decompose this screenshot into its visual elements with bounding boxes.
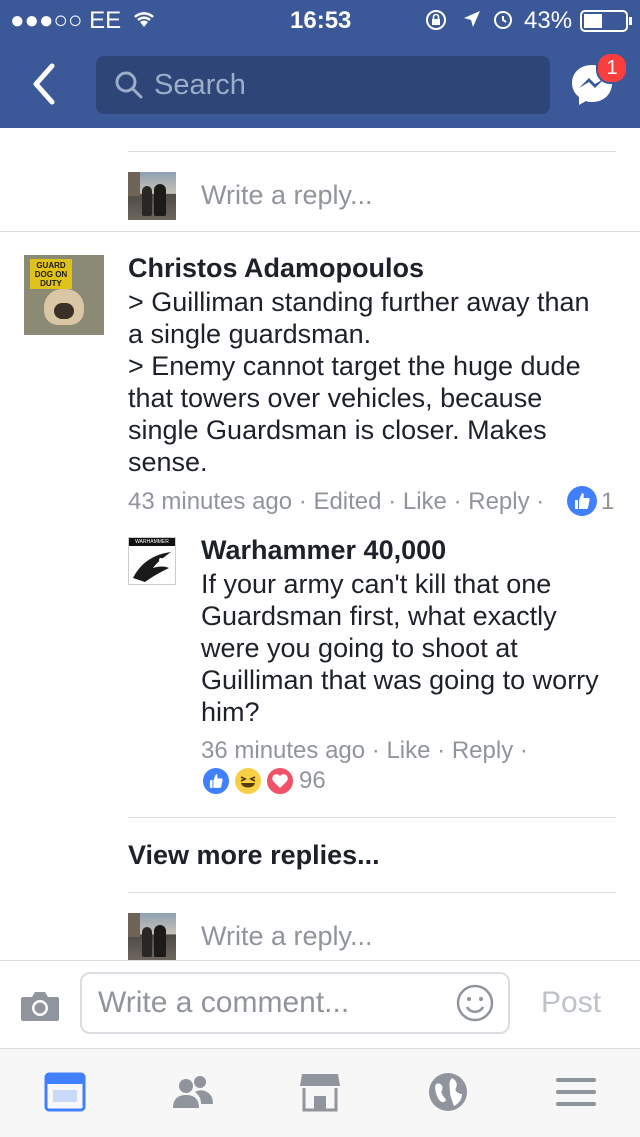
search-input[interactable]: Search [96,56,550,114]
comment-text: > Guilliman standing further away than a… [128,287,590,477]
comment-placeholder: Write a comment... [98,986,350,1019]
comment-like-link[interactable]: Like [403,488,447,515]
haha-reaction-icon[interactable] [233,766,263,796]
like-reaction-icon[interactable] [201,766,231,796]
reply-time[interactable]: 36 minutes ago [201,737,365,764]
back-arrow-icon[interactable] [26,62,66,106]
location-arrow-icon [464,11,480,27]
avatar-sign: GUARD DOG ON DUTY [30,259,72,289]
divider [128,151,616,152]
divider [128,892,616,893]
news-feed-tab-icon[interactable] [43,1070,87,1114]
camera-icon[interactable] [20,990,60,1022]
user-avatar [128,913,176,960]
reply-text: If your army can't kill that one Guardsm… [201,569,599,727]
comment-time[interactable]: 43 minutes ago [128,488,292,515]
reply-like-link[interactable]: Like [386,737,430,764]
battery-icon [580,10,632,32]
comment-author[interactable]: Christos Adamopoulos [128,253,424,284]
love-reaction-icon[interactable] [265,766,295,796]
reply-meta: 36 minutes ago · Like · Reply · [201,737,528,764]
comment-like-count[interactable]: 1 [601,488,614,516]
reply-author[interactable]: Warhammer 40,000 [201,535,446,566]
marketplace-tab-icon[interactable] [298,1070,342,1114]
alarm-icon [494,11,512,29]
menu-tab-icon[interactable] [554,1070,598,1114]
clock: 16:53 [290,7,352,34]
view-more-replies-link[interactable]: View more replies... [128,840,380,871]
notifications-globe-tab-icon[interactable] [426,1070,470,1114]
commenter-avatar[interactable]: GUARD DOG ON DUTY [24,255,104,335]
search-icon [115,71,143,99]
battery-percent: 43% [524,7,573,34]
emoji-icon[interactable] [456,984,494,1022]
avatar-label: WARHAMMER [129,538,175,546]
reply-reaction-count[interactable]: 96 [299,767,326,795]
comment-meta: 43 minutes ago · Edited · Like · Reply · [128,488,545,515]
warhammer-avatar[interactable]: WARHAMMER [128,537,176,585]
comment-reply-link[interactable]: Reply [468,488,529,515]
like-reaction-icon[interactable] [567,486,597,516]
eagle-logo-icon [133,552,171,582]
divider [0,231,640,232]
wifi-icon [134,12,154,27]
messenger-badge: 1 [596,52,628,84]
write-reply-input[interactable]: Write a reply... [201,180,373,211]
status-bar: ●●●○○ EE 16:53 43% [0,0,640,40]
divider [128,817,616,818]
navigation-bar: Search 1 [0,40,640,128]
friends-tab-icon[interactable] [171,1070,215,1114]
write-reply-input[interactable]: Write a reply... [201,921,373,952]
post-button[interactable]: Post [541,986,601,1020]
comment-input[interactable]: Write a comment... [80,972,510,1034]
user-avatar [128,172,176,220]
search-placeholder: Search [154,69,246,101]
comment-edited[interactable]: Edited [313,488,381,515]
carrier-label: ●●●○○ EE [10,7,122,34]
reply-reply-link[interactable]: Reply [452,737,513,764]
rotation-lock-icon [426,10,446,30]
